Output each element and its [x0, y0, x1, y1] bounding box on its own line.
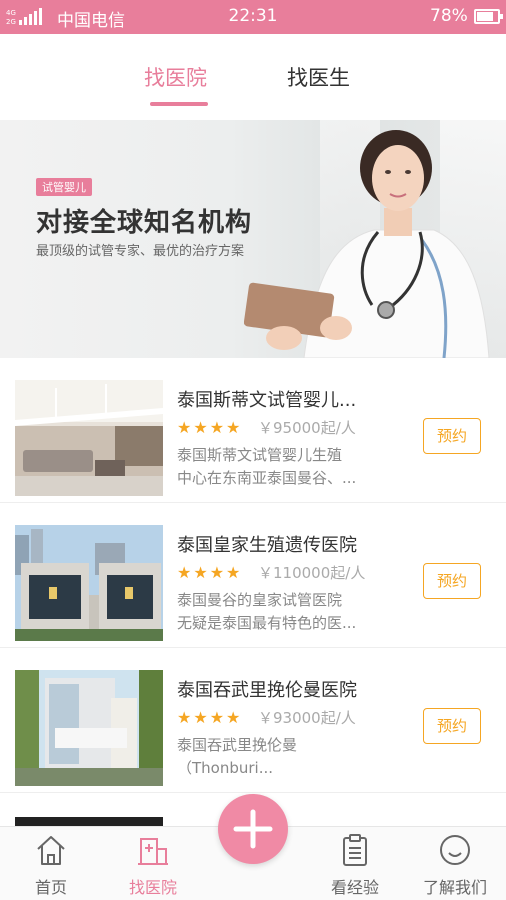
battery-fill — [477, 12, 493, 21]
hospital-image — [15, 380, 163, 496]
nav-home-label: 首页 — [34, 878, 67, 897]
clipboard-icon — [343, 834, 367, 866]
battery-percent: 78% — [430, 6, 468, 26]
nav-about-us-label: 了解我们 — [422, 878, 487, 897]
banner-title: 对接全球知名机构 — [36, 208, 253, 238]
price-label: ￥93000起/人 — [258, 709, 356, 727]
top-tabs: 找医院 找医生 — [0, 34, 506, 120]
hospital-name: 泰国斯蒂文试管婴儿... — [177, 390, 357, 411]
list-item[interactable]: 泰国皇家生殖遗传医院 ★★★★ ￥110000起/人 泰国曼谷的皇家试管医院 无… — [0, 503, 506, 648]
hospital-description: 泰国吞武里挽伦曼 （Thonburi... — [177, 736, 298, 777]
hospital-image — [15, 525, 163, 641]
plus-icon — [233, 809, 273, 849]
status-bar: 4G 2G 中国电信 22:31 78% — [0, 0, 506, 34]
smile-icon — [440, 835, 470, 865]
battery-icon — [474, 9, 503, 24]
hospital-name: 泰国吞武里挽伦曼医院 — [177, 680, 357, 701]
book-button[interactable]: 预约 — [423, 708, 481, 744]
rating-stars: ★★★★ — [177, 708, 243, 727]
rating-stars: ★★★★ — [177, 418, 243, 437]
nav-find-hospital[interactable]: 找医院 — [108, 827, 198, 900]
nav-find-hospital-label: 找医院 — [128, 878, 177, 897]
hospital-description: 泰国曼谷的皇家试管医院 无疑是泰国最有特色的医... — [177, 591, 357, 632]
hospital-name: 泰国皇家生殖遗传医院 — [177, 535, 357, 556]
hospital-image — [15, 670, 163, 786]
nav-home[interactable]: 首页 — [6, 827, 96, 900]
nav-experience[interactable]: 看经验 — [310, 827, 400, 900]
price-label: ￥110000起/人 — [258, 564, 366, 582]
banner-tag: 试管婴儿 — [36, 178, 92, 196]
book-button[interactable]: 预约 — [423, 418, 481, 454]
hospital-icon — [138, 838, 168, 865]
active-tab-indicator — [150, 102, 208, 106]
promo-banner[interactable]: 试管婴儿 对接全球知名机构 最顶级的试管专家、最优的治疗方案 — [0, 120, 506, 358]
price-label: ￥95000起/人 — [258, 419, 356, 437]
tab-find-hospital[interactable]: 找医院 — [144, 62, 207, 92]
tab-find-doctor[interactable]: 找医生 — [287, 62, 350, 92]
doctor-illustration — [244, 130, 490, 358]
rating-stars: ★★★★ — [177, 563, 243, 582]
list-item[interactable]: 泰国吞武里挽伦曼医院 ★★★★ ￥93000起/人 泰国吞武里挽伦曼 （Thon… — [0, 648, 506, 793]
nav-about-us[interactable]: 了解我们 — [410, 827, 500, 900]
banner-subtitle: 最顶级的试管专家、最优的治疗方案 — [36, 244, 245, 259]
home-icon — [37, 836, 65, 865]
book-button[interactable]: 预约 — [423, 563, 481, 599]
add-button[interactable] — [218, 794, 288, 864]
hospital-description: 泰国斯蒂文试管婴儿生殖 中心在东南亚泰国曼谷、... — [177, 446, 357, 487]
list-item[interactable]: 泰国斯蒂文试管婴儿... ★★★★ ￥95000起/人 泰国斯蒂文试管婴儿生殖 … — [0, 358, 506, 503]
nav-experience-label: 看经验 — [330, 878, 379, 897]
